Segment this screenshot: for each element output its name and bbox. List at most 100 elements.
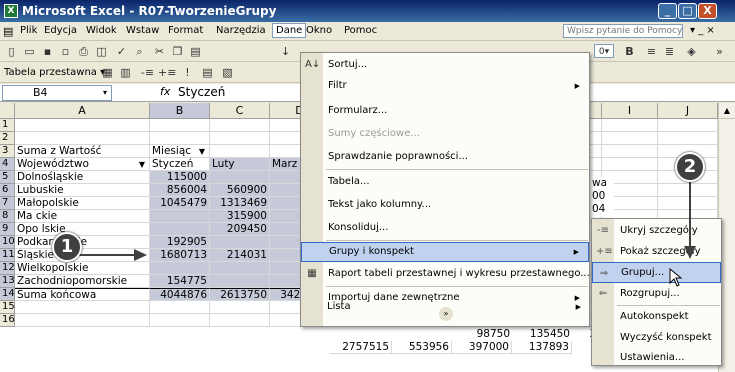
cell-h14[interactable]: 137893 [512,341,572,354]
row-header[interactable]: 12 [0,262,15,275]
formula-input[interactable]: Styczeń [178,85,225,99]
new-icon[interactable]: ▯ [4,45,19,59]
field-dropdown-icon[interactable]: ▼ [139,158,145,170]
col-header-a[interactable]: A [15,103,150,119]
cell-h13[interactable]: 135450 [512,328,572,341]
sheet-cell[interactable] [150,223,210,236]
sheet-cell[interactable] [15,132,150,145]
row-header[interactable]: 15 [0,301,15,314]
pivot-table-menu[interactable]: Tabela przestawna ▾ [4,67,105,78]
col-header-c[interactable]: C [210,103,270,119]
field-dropdown-icon[interactable]: ▼ [199,145,205,157]
minimize-button[interactable]: _ [658,3,677,19]
open-icon[interactable]: ▭ [22,45,37,59]
menu-item-sprawdzanie[interactable]: Sprawdzanie poprawności... [301,147,589,167]
menu-wstaw[interactable]: Wstaw [126,25,159,36]
sheet-cell[interactable] [210,262,270,275]
col-header-j[interactable]: J [658,103,718,119]
sheet-cell[interactable] [15,314,150,327]
sheet-cell[interactable]: Luty [210,158,270,171]
sheet-cell[interactable] [210,132,270,145]
doc-minimize-icon[interactable]: ▾ _ × [690,25,715,36]
menu-item-filtr[interactable]: Filtr ▶ [301,76,589,96]
cell-f14[interactable]: 553956 [392,341,452,354]
menu-item-tabela[interactable]: Tabela... [301,172,589,192]
bold-icon[interactable]: B [622,45,637,59]
help-search-input[interactable]: Wpisz pytanie do Pomocy [563,24,683,38]
menu-edycja[interactable]: Edycja [44,25,77,36]
sheet-cell[interactable] [210,275,270,288]
sheet-cell[interactable] [210,171,270,184]
fx-icon[interactable]: fx [160,85,170,98]
align-center-icon[interactable]: ≡ [644,45,659,59]
menu-format[interactable]: Format [168,25,203,36]
sheet-cell[interactable] [658,197,718,210]
sheet-cell[interactable] [150,132,210,145]
paste-icon[interactable]: ▤ [188,45,203,59]
cell-g13[interactable]: 98750 [452,328,512,341]
sheet-cell[interactable]: Małopolskie [15,197,150,210]
sheet-cell[interactable] [150,301,210,314]
sheet-cell[interactable]: Wielkopolskie [15,262,150,275]
fill-color-icon[interactable]: ◈ [684,45,699,59]
sheet-cell[interactable]: Suma końcowa [15,288,150,301]
menu-okno[interactable]: Okno [306,25,332,36]
scroll-up-icon[interactable]: ▲ [719,103,735,119]
sheet-cell[interactable]: 4044876 [150,288,210,301]
permission-icon[interactable]: ▫ [58,45,73,59]
sheet-cell[interactable]: 856004 [150,184,210,197]
sheet-cell[interactable] [210,145,270,158]
row-header[interactable]: 5 [0,171,15,184]
hide-detail-icon[interactable]: -≡ [140,66,155,80]
name-box[interactable]: B4 ▾ [2,85,112,101]
sheet-cell[interactable]: 315900 [210,210,270,223]
menu-item-raport-tabeli[interactable]: ▦ Raport tabeli przestawnej i wykresu prz… [301,264,590,284]
row-header[interactable]: 7 [0,197,15,210]
menu-item-sortuj[interactable]: A↓ Sortuj... [301,55,589,75]
sort-ascending-icon[interactable]: ↓ [278,45,293,59]
sheet-cell[interactable]: 1045479 [150,197,210,210]
menu-item-lista[interactable]: Lista ▶ [300,298,590,316]
menu-plik[interactable]: Plik [20,25,37,36]
row-header[interactable]: 11 [0,249,15,262]
sheet-cell[interactable]: Styczeń [150,158,210,171]
format-report-icon[interactable]: ▦ [100,66,115,80]
sheet-cell[interactable]: Suma z Wartość [15,145,150,158]
submenu-item-pokaz-szczegoly[interactable]: +≡ Pokaż szczegóły [592,241,721,262]
cell-h4-partial[interactable]: wa [590,177,614,190]
field-settings-icon[interactable]: ▤ [200,66,215,80]
menu-item-formularz[interactable]: Formularz... [301,101,589,121]
toolbar-options-icon[interactable]: » [712,45,727,59]
sheet-cell[interactable]: Lubuskie [15,184,150,197]
cell-h6-partial[interactable]: 04 [590,203,614,216]
sheet-cell[interactable] [150,210,210,223]
submenu-item-wyczysc-konspekt[interactable]: Wyczyść konspekt [592,327,721,348]
sheet-cell[interactable]: Opo lskie [15,223,150,236]
row-header[interactable]: 4 [0,158,15,171]
sheet-cell[interactable]: 209450 [210,223,270,236]
sheet-cell[interactable]: Miesiąc ▼ [150,145,210,158]
sheet-cell[interactable] [658,184,718,197]
align-right-icon[interactable]: ≣ [662,45,677,59]
spelling-icon[interactable]: ✓ [114,45,129,59]
pivot-chart-icon[interactable]: ▥ [118,66,133,80]
save-icon[interactable]: ▪ [40,45,55,59]
sheet-cell[interactable]: Województwo ▼ [15,158,150,171]
row-header[interactable]: 14 [0,288,15,301]
show-field-list-icon[interactable]: ▧ [220,66,235,80]
menu-narzedzia[interactable]: Narzędzia [216,25,266,36]
menu-widok[interactable]: Widok [86,25,117,36]
sheet-cell[interactable] [210,314,270,327]
cell-g14[interactable]: 397000 [452,341,512,354]
sheet-cell[interactable] [15,301,150,314]
maximize-button[interactable]: □ [678,3,697,19]
sheet-cell[interactable] [658,119,718,132]
preview-icon[interactable]: ◫ [94,45,109,59]
show-detail-icon[interactable]: +≡ [158,66,176,80]
sheet-cell[interactable] [210,236,270,249]
sheet-cell[interactable] [15,119,150,132]
submenu-item-ukryj-szczegoly[interactable]: -≡ Ukryj szczegóły [592,220,721,241]
submenu-item-rozgrupuj[interactable]: ⇐ Rozgrupuj... [592,283,721,304]
copy-icon[interactable]: ❐ [170,45,185,59]
menu-dane[interactable]: Dane [272,23,307,38]
